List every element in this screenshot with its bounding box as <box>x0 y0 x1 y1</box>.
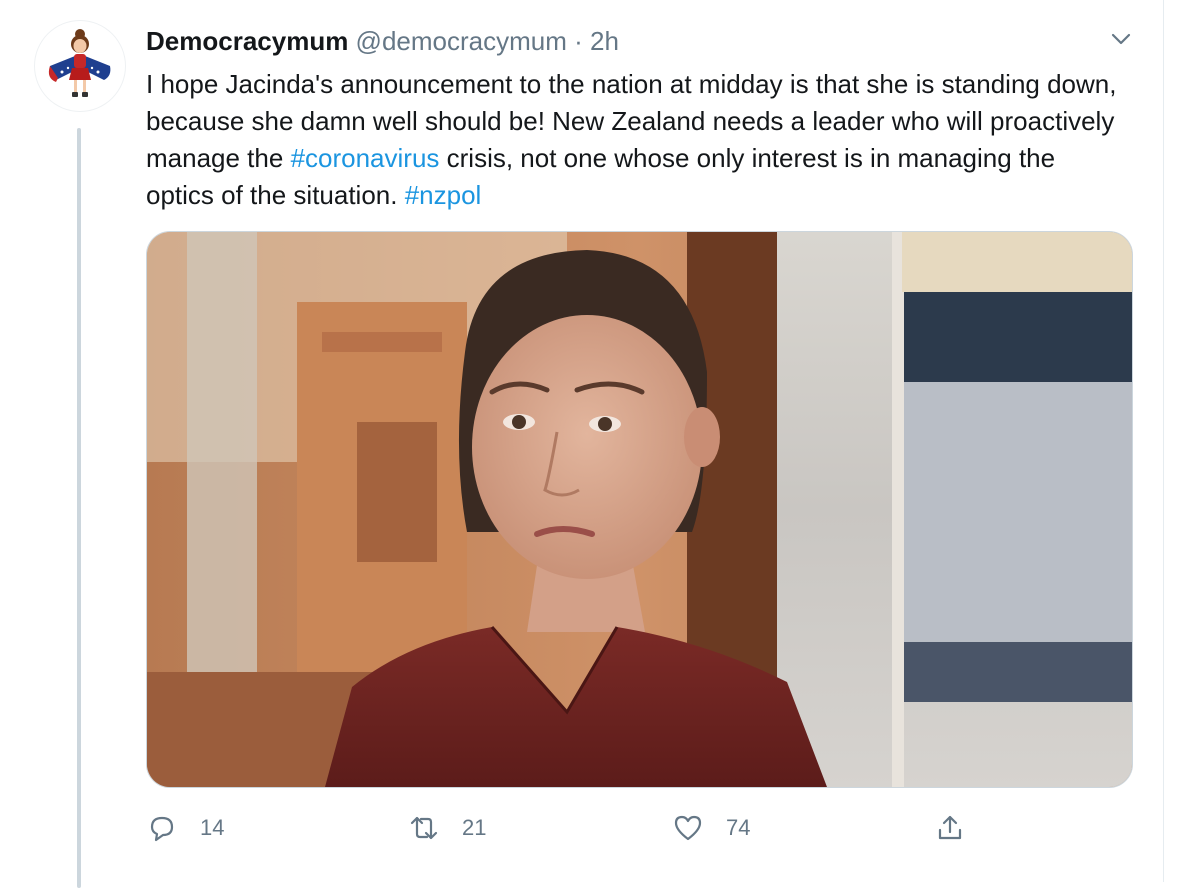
hashtag-coronavirus[interactable]: #coronavirus <box>291 143 440 173</box>
tweet-actions: 14 21 74 <box>146 808 1131 848</box>
superhero-avatar-icon <box>48 29 111 97</box>
retweet-count: 21 <box>462 815 487 840</box>
handle[interactable]: @democracymum <box>356 26 567 56</box>
tweet-photo[interactable] <box>146 231 1133 788</box>
reply-button[interactable]: 14 <box>146 808 224 848</box>
share-icon <box>934 812 966 844</box>
heart-icon <box>672 812 704 844</box>
tweet-header: Democracymum @democracymum · 2h <box>146 26 619 57</box>
display-name[interactable]: Democracymum <box>146 26 348 56</box>
timestamp[interactable]: 2h <box>590 26 619 56</box>
separator: · <box>574 26 583 56</box>
chevron-down-icon[interactable] <box>1108 26 1134 52</box>
like-count: 74 <box>726 815 751 840</box>
tweet-card[interactable]: Democracymum @democracymum · 2h I hope J… <box>0 0 1164 888</box>
reply-icon <box>146 812 178 844</box>
reply-count: 14 <box>200 815 225 840</box>
photo-image <box>147 232 1132 787</box>
share-button[interactable] <box>934 808 966 848</box>
thread-line <box>77 128 81 888</box>
tweet-text: I hope Jacinda's announcement to the nat… <box>146 66 1126 214</box>
retweet-icon <box>408 812 440 844</box>
like-button[interactable]: 74 <box>672 808 750 848</box>
retweet-button[interactable]: 21 <box>408 808 486 848</box>
avatar[interactable] <box>34 20 126 112</box>
hashtag-nzpol[interactable]: #nzpol <box>405 180 482 210</box>
